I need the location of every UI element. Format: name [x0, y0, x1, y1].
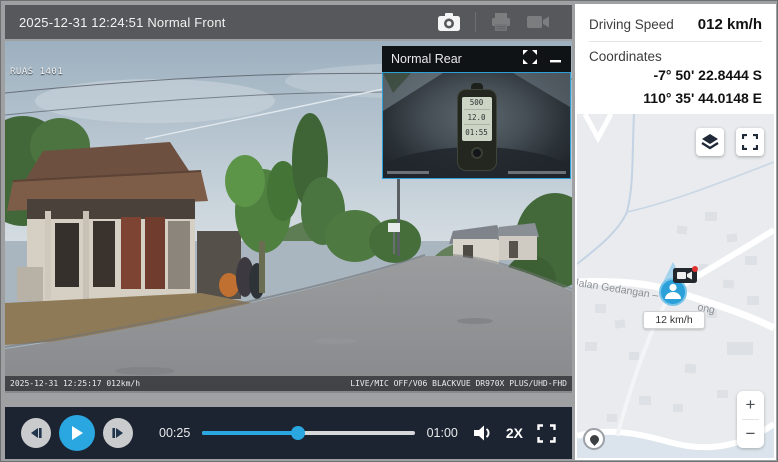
coordinates-label: Coordinates	[589, 49, 762, 64]
road-sign-overlay: RUAS 1401	[10, 67, 63, 77]
map-toolbar	[696, 128, 764, 156]
gps-screen: 500 12.0 01:55	[462, 97, 492, 141]
volume-icon[interactable]	[472, 423, 494, 443]
zoom-in-button[interactable]: +	[737, 391, 764, 419]
gps-value-3: 01:55	[464, 129, 490, 139]
gps-value-1: 500	[464, 99, 490, 110]
video-stamp-bar: 2025-12-31 12:25:17 012km/h LIVE/MIC OFF…	[5, 376, 572, 391]
dashcam-viewer-window: 2025-12-31 12:24:51 Normal Front	[0, 0, 778, 462]
video-header-actions	[437, 12, 558, 32]
camera-badge-icon	[673, 266, 698, 283]
scene-house	[7, 142, 208, 301]
snapshot-camera-icon[interactable]	[437, 12, 461, 32]
map-zoom-control: + −	[737, 391, 764, 448]
playback-speed-button[interactable]: 2X	[506, 425, 523, 441]
current-time-label: 00:25	[159, 426, 190, 440]
video-header-bar: 2025-12-31 12:24:51 Normal Front	[5, 5, 572, 39]
seek-bar[interactable]	[202, 426, 414, 440]
playback-control-bar: 00:25 01:00 2X	[5, 407, 572, 459]
stamp-model-info: LIVE/MIC OFF/V06 BLACKVUE DR970X PLUS/UH…	[350, 379, 567, 388]
total-time-label: 01:00	[427, 426, 458, 440]
map-attribution-logo[interactable]	[583, 428, 605, 450]
telemetry-card: Driving Speed 012 km/h Coordinates -7° 5…	[577, 7, 774, 118]
pip-expand-icon[interactable]	[522, 49, 538, 70]
fullscreen-icon[interactable]	[537, 424, 556, 443]
pip-minimize-icon[interactable]	[550, 50, 562, 68]
next-frame-button[interactable]	[103, 418, 133, 448]
print-icon	[490, 12, 512, 32]
header-divider	[475, 12, 476, 32]
main-video-view[interactable]: RUAS 1401 2025-12-31 12:25:17 012km/h LI…	[5, 41, 572, 393]
gps-device-in-video: 500 12.0 01:55	[454, 83, 500, 171]
pip-rear-window[interactable]: Normal Rear	[382, 46, 571, 179]
info-panel: Driving Speed 012 km/h Coordinates -7° 5…	[575, 4, 776, 460]
latitude-value: -7° 50' 22.8444 S	[589, 64, 762, 87]
card-divider	[589, 41, 762, 42]
pip-video-view[interactable]: 500 12.0 01:55	[382, 72, 571, 179]
stamp-timestamp: 2025-12-31 12:25:17 012km/h	[10, 379, 140, 388]
map-view[interactable]: Jalan Gedangan – ong 12 km/h	[577, 114, 774, 458]
zoom-out-button[interactable]: −	[737, 420, 764, 448]
progress-fill	[202, 431, 298, 435]
video-title: 2025-12-31 12:24:51 Normal Front	[19, 15, 226, 30]
video-player-panel: 2025-12-31 12:24:51 Normal Front	[5, 5, 572, 459]
marker-speed-pill: 12 km/h	[643, 311, 705, 329]
driving-speed-value: 012 km/h	[698, 16, 762, 33]
map-fullscreen-icon[interactable]	[736, 128, 764, 156]
map-layers-icon[interactable]	[696, 128, 724, 156]
previous-frame-button[interactable]	[21, 418, 51, 448]
longitude-value: 110° 35' 44.0148 E	[589, 87, 762, 110]
gps-value-2: 12.0	[464, 114, 490, 125]
pip-title: Normal Rear	[391, 52, 462, 66]
pip-header-bar: Normal Rear	[382, 46, 571, 72]
driving-speed-label: Driving Speed	[589, 17, 674, 32]
video-camera-icon	[526, 13, 550, 31]
progress-thumb[interactable]	[291, 426, 305, 440]
play-button[interactable]	[59, 415, 95, 451]
